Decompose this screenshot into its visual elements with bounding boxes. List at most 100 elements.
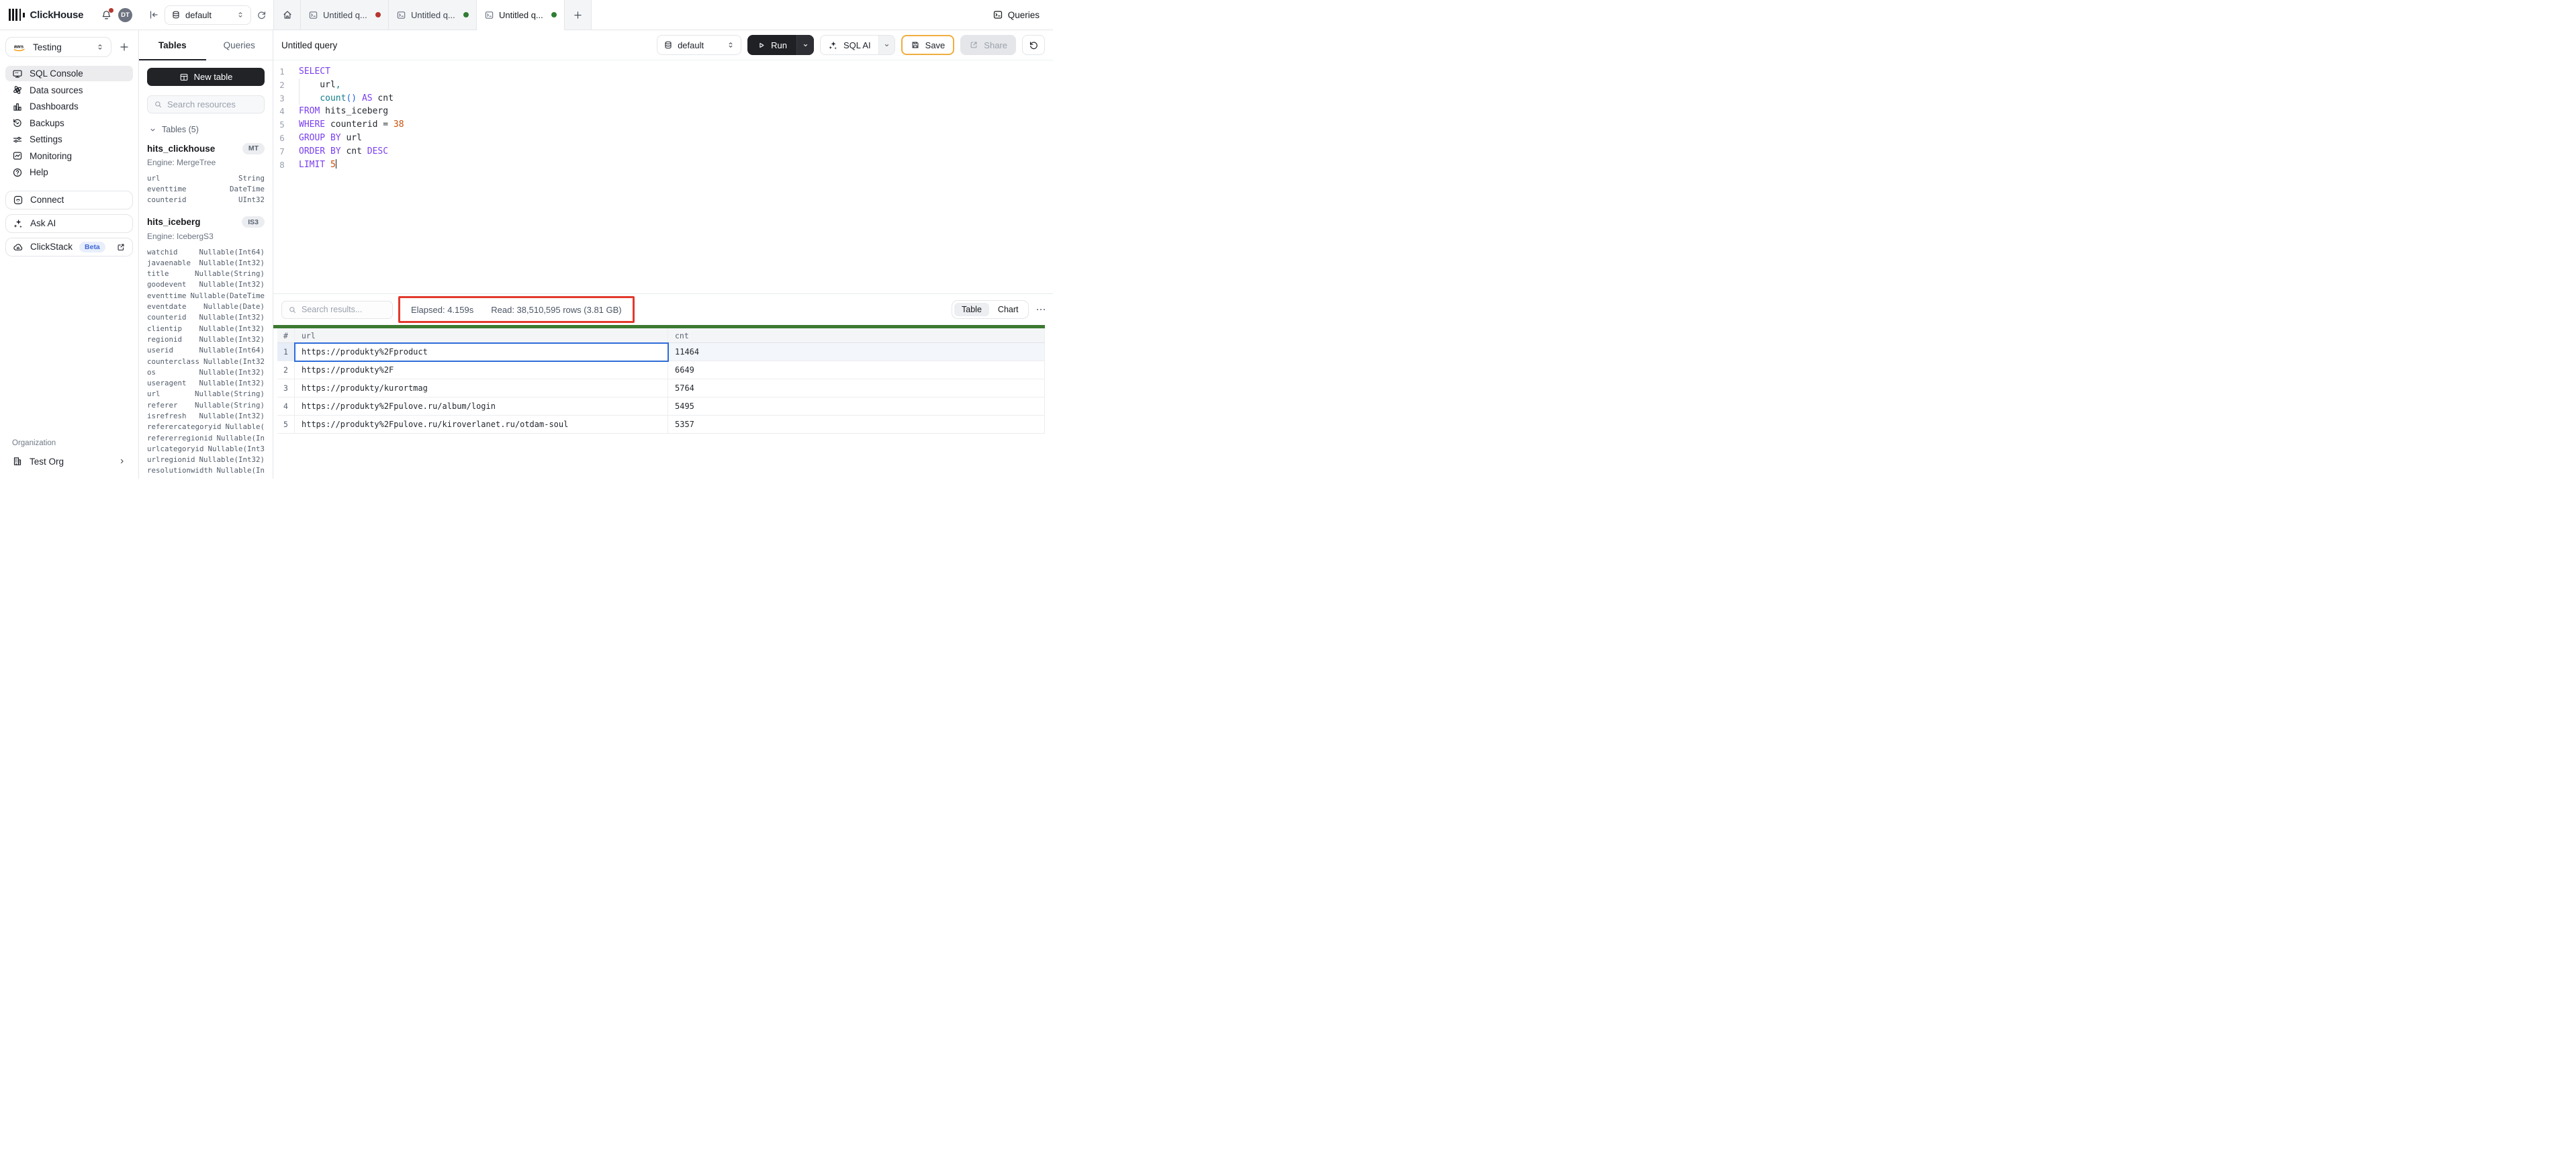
column-row: urlString (147, 173, 265, 183)
results-view-toggle: Table Chart (952, 300, 1028, 319)
sidebar-item-settings[interactable]: Settings (5, 132, 133, 147)
column-type: Nullable(Int32) (199, 455, 265, 464)
results-column-header[interactable]: url (295, 328, 668, 343)
view-toggle-chart[interactable]: Chart (991, 303, 1026, 316)
editor-database-selector[interactable]: default (657, 35, 741, 55)
results-column-header[interactable]: # (277, 328, 295, 343)
environment-selector[interactable]: aws Testing (5, 37, 111, 57)
run-options-caret[interactable] (796, 35, 814, 55)
table-header-row[interactable]: hits_icebergIS3 (147, 214, 265, 230)
results-more-menu[interactable] (1037, 309, 1046, 311)
nav-boxes: Connect Ask AI ClickStackBeta (5, 191, 133, 256)
tables-group-header[interactable]: Tables (5) (149, 125, 265, 134)
tab-tables[interactable]: Tables (139, 30, 206, 60)
search-results-input[interactable]: Search results... (281, 301, 393, 319)
column-row: refererregionidNullable(Int (147, 432, 265, 443)
sidebar-item-backups[interactable]: Backups (5, 115, 133, 131)
sidebar-item-dashboards[interactable]: Dashboards (5, 99, 133, 114)
add-service-button[interactable] (116, 42, 133, 52)
query-tab[interactable]: Untitled q... (301, 0, 389, 30)
cnt-cell[interactable]: 11464 (668, 343, 1045, 361)
text-cursor (336, 159, 337, 169)
code-line: 8LIMIT 5 (273, 158, 1053, 172)
column-type: Nullable(Int (217, 466, 265, 475)
dashboards-icon (12, 101, 23, 112)
results-column-header[interactable]: cnt (668, 328, 1045, 343)
row-number-cell[interactable]: 3 (277, 379, 295, 397)
sidebar-box-connect[interactable]: Connect (5, 191, 133, 209)
url-cell[interactable]: https://produkty/kurortmag (295, 379, 668, 397)
row-number-cell[interactable]: 1 (277, 343, 295, 361)
column-name: refererregionid (147, 434, 213, 442)
sidebar-item-sql-console[interactable]: SQL Console (5, 66, 133, 81)
tab-strip-tabs: Untitled q... Untitled q... Untitled q... (301, 0, 565, 30)
query-history-button[interactable] (1022, 35, 1045, 55)
column-type: DateTime (230, 185, 265, 193)
refresh-icon[interactable] (257, 10, 267, 20)
line-number: 6 (273, 132, 291, 145)
tables-group-label: Tables (5) (162, 125, 199, 134)
cnt-cell[interactable]: 5357 (668, 416, 1045, 434)
column-row: osNullable(Int32) (147, 367, 265, 377)
row-number-cell[interactable]: 2 (277, 361, 295, 379)
table-header-row[interactable]: hits_clickhouseMT (147, 140, 265, 156)
environment-name: Testing (33, 42, 62, 52)
run-button[interactable]: Run (747, 35, 814, 55)
column-name: userid (147, 346, 173, 355)
search-resources-input[interactable]: Search resources (147, 95, 265, 113)
new-tab-button[interactable] (565, 0, 592, 30)
column-row: useragentNullable(Int32) (147, 377, 265, 388)
sidebar-item-monitoring[interactable]: Monitoring (5, 148, 133, 164)
sidebar-box-clickstack[interactable]: ClickStackBeta (5, 238, 133, 256)
save-button[interactable]: Save (901, 35, 955, 55)
sql-ai-button[interactable]: SQL AI (820, 35, 895, 55)
share-button[interactable]: Share (960, 35, 1016, 55)
cnt-cell[interactable]: 5764 (668, 379, 1045, 397)
cnt-cell[interactable]: 6649 (668, 361, 1045, 379)
tab-queries[interactable]: Queries (206, 30, 273, 60)
collapse-sidebar-icon[interactable] (148, 9, 159, 20)
column-row: resolutionheightNullable(In (147, 476, 265, 479)
external-link-icon (116, 242, 126, 252)
saved-dot-green-icon (463, 12, 469, 17)
sidebar-item-help[interactable]: Help (5, 165, 133, 180)
column-row: titleNullable(String) (147, 268, 265, 279)
column-type: Nullable(I (226, 422, 265, 431)
query-tab[interactable]: Untitled q... (477, 0, 565, 30)
url-cell[interactable]: https://produkty%2Fpulove.ru/kiroverlane… (295, 416, 668, 434)
tab-label: Untitled q... (323, 10, 371, 20)
top-bar-right-section: Queries (592, 0, 1053, 30)
cnt-cell[interactable]: 5495 (668, 397, 1045, 416)
organization-row[interactable]: Test Org (5, 453, 133, 469)
view-toggle-table[interactable]: Table (954, 303, 989, 316)
home-tab-button[interactable] (274, 0, 301, 30)
column-row: goodeventNullable(Int32) (147, 279, 265, 290)
column-row: regionidNullable(Int32) (147, 334, 265, 344)
row-number-cell[interactable]: 5 (277, 416, 295, 434)
user-avatar[interactable]: DT (118, 8, 132, 22)
sql-ai-caret[interactable] (878, 36, 894, 54)
tab-label: Untitled q... (411, 10, 459, 20)
database-selector[interactable]: default (165, 5, 251, 25)
queries-button[interactable]: Queries (993, 9, 1040, 20)
table-name: hits_iceberg (147, 217, 201, 227)
new-table-button[interactable]: New table (147, 68, 265, 86)
column-name: resolutionheight (147, 477, 217, 479)
row-number-cell[interactable]: 4 (277, 397, 295, 416)
query-tab[interactable]: Untitled q... (389, 0, 477, 30)
url-cell[interactable]: https://produkty%2Fproduct (295, 343, 668, 361)
column-name: urlcategoryid (147, 444, 204, 453)
notifications-bell-icon[interactable] (101, 9, 112, 21)
help-icon (12, 167, 23, 178)
column-row: javaenableNullable(Int32) (147, 257, 265, 268)
column-type: Nullable(Int32) (199, 324, 265, 333)
column-name: eventdate (147, 302, 187, 311)
url-cell[interactable]: https://produkty%2Fpulove.ru/album/login (295, 397, 668, 416)
code-line: 2 url, (273, 79, 1053, 92)
sidebar-item-data-sources[interactable]: Data sources (5, 83, 133, 98)
url-cell[interactable]: https://produkty%2F (295, 361, 668, 379)
sidebar-box-ask-ai[interactable]: Ask AI (5, 214, 133, 233)
sidebar-box-label: Ask AI (30, 218, 56, 228)
sql-code-editor[interactable]: 1SELECT2 url,3 count() AS cnt4FROM hits_… (273, 60, 1053, 293)
column-type: Nullable(Int32) (199, 379, 265, 387)
